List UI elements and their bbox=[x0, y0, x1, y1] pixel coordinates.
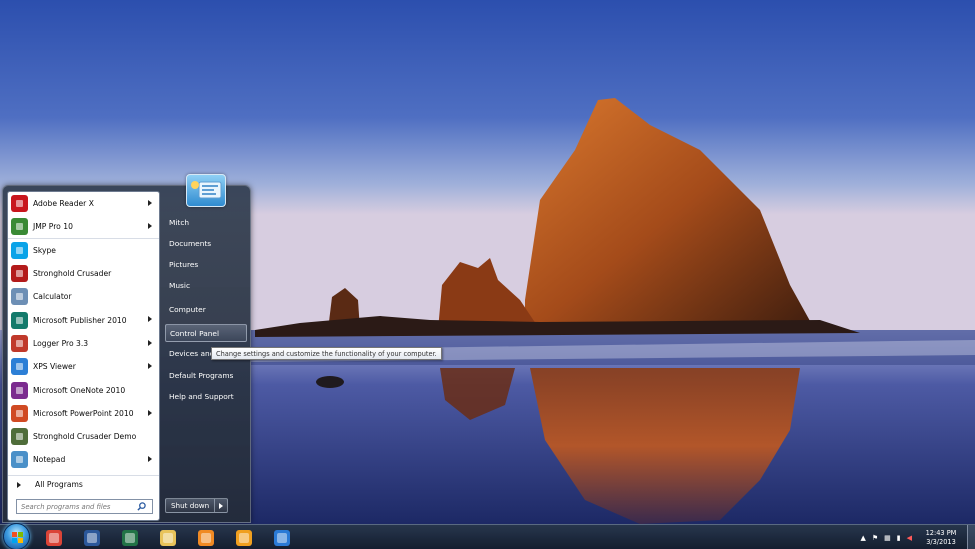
internet-explorer-icon[interactable] bbox=[266, 527, 298, 548]
link-computer[interactable]: Computer bbox=[165, 301, 247, 319]
calculator-icon bbox=[11, 288, 28, 306]
program-label: JMP Pro 10 bbox=[33, 221, 73, 231]
action-center-flag-icon[interactable]: ⚑ bbox=[872, 534, 878, 542]
program-item[interactable]: Notepad bbox=[8, 448, 159, 471]
publisher-icon bbox=[11, 311, 28, 329]
program-list: Adobe Reader X JMP Pro 10 Skype Stronghold … bbox=[8, 192, 159, 472]
adobe-reader-icon bbox=[11, 195, 28, 213]
program-item[interactable]: Logger Pro 3.3 bbox=[8, 332, 159, 355]
program-label: Microsoft Publisher 2010 bbox=[33, 315, 127, 325]
clock-time: 12:43 PM bbox=[925, 528, 957, 537]
shutdown-button[interactable]: Shut down bbox=[166, 499, 216, 512]
notification-area: ▲ ⚑ ▦ ▮ ◀ 12:43 PM 3/3/2013 bbox=[857, 525, 975, 549]
outlook-icon[interactable] bbox=[228, 527, 260, 548]
program-label: Microsoft OneNote 2010 bbox=[33, 385, 126, 395]
link-pictures[interactable]: Pictures bbox=[165, 256, 247, 274]
search-input[interactable] bbox=[17, 500, 135, 513]
submenu-arrow-icon[interactable] bbox=[148, 409, 152, 416]
jmp-icon bbox=[11, 217, 28, 235]
link-documents[interactable]: Documents bbox=[165, 235, 247, 253]
all-programs-button[interactable]: All Programs bbox=[8, 475, 159, 493]
program-list-pane: Adobe Reader X JMP Pro 10 Skype Stronghold … bbox=[7, 191, 160, 521]
submenu-arrow-icon[interactable] bbox=[148, 223, 152, 230]
xps-viewer-icon bbox=[11, 358, 28, 376]
start-button[interactable] bbox=[3, 523, 30, 549]
signal-icon[interactable]: ▮ bbox=[897, 534, 901, 542]
control-panel-tooltip: Change settings and customize the functi… bbox=[211, 347, 442, 360]
program-item[interactable]: Microsoft Publisher 2010 bbox=[8, 308, 159, 331]
program-item[interactable]: XPS Viewer bbox=[8, 355, 159, 378]
submenu-arrow-icon[interactable] bbox=[148, 339, 152, 346]
search-box[interactable] bbox=[16, 499, 153, 514]
media-player-icon[interactable] bbox=[190, 527, 222, 548]
taskbar: ▲ ⚑ ▦ ▮ ◀ 12:43 PM 3/3/2013 bbox=[0, 523, 975, 549]
program-label: Stronghold Crusader bbox=[33, 269, 112, 279]
chrome-icon[interactable] bbox=[38, 527, 70, 548]
skype-icon bbox=[11, 241, 28, 259]
word-icon[interactable] bbox=[76, 527, 108, 548]
network-icon[interactable]: ▦ bbox=[884, 534, 891, 542]
link-music[interactable]: Music bbox=[165, 277, 247, 295]
explorer-icon[interactable] bbox=[152, 527, 184, 548]
shutdown-button-group: Shut down bbox=[165, 498, 229, 513]
program-item[interactable]: Microsoft OneNote 2010 bbox=[8, 378, 159, 401]
shutdown-options-arrow-icon[interactable] bbox=[215, 499, 227, 512]
volume-icon[interactable]: ◀ bbox=[907, 534, 912, 542]
program-label: XPS Viewer bbox=[33, 362, 76, 372]
link-control-panel[interactable]: Control Panel bbox=[165, 324, 247, 342]
program-item[interactable]: Adobe Reader X bbox=[8, 192, 159, 215]
show-hidden-icons-icon[interactable]: ▲ bbox=[860, 534, 865, 542]
program-label: Logger Pro 3.3 bbox=[33, 338, 89, 348]
link-help-and-support[interactable]: Help and Support bbox=[165, 388, 247, 406]
program-label: Microsoft PowerPoint 2010 bbox=[33, 408, 134, 418]
link-user-folder[interactable]: Mitch bbox=[165, 214, 247, 232]
clock[interactable]: 12:43 PM 3/3/2013 bbox=[919, 529, 963, 547]
excel-icon[interactable] bbox=[114, 527, 146, 548]
program-label: Skype bbox=[33, 245, 56, 255]
clock-date: 3/3/2013 bbox=[926, 537, 956, 546]
program-label: Calculator bbox=[33, 292, 72, 302]
onenote-icon bbox=[11, 381, 28, 399]
program-label: Stronghold Crusader Demo bbox=[33, 432, 137, 442]
submenu-arrow-icon[interactable] bbox=[148, 363, 152, 370]
crusader-demo-icon bbox=[11, 428, 28, 446]
notepad-icon bbox=[11, 451, 28, 469]
program-item[interactable]: Microsoft PowerPoint 2010 bbox=[8, 402, 159, 425]
program-item[interactable]: Stronghold Crusader bbox=[8, 262, 159, 285]
submenu-arrow-icon[interactable] bbox=[148, 200, 152, 206]
program-label: Adobe Reader X bbox=[33, 199, 94, 209]
program-label: Notepad bbox=[33, 455, 66, 465]
program-item[interactable]: JMP Pro 10 bbox=[8, 215, 159, 239]
submenu-arrow-icon[interactable] bbox=[148, 456, 152, 463]
program-item[interactable]: Calculator bbox=[8, 285, 159, 308]
logger-pro-icon bbox=[11, 334, 28, 352]
program-item[interactable]: Skype bbox=[8, 239, 159, 262]
windows-logo-icon bbox=[12, 532, 23, 543]
link-default-programs[interactable]: Default Programs bbox=[165, 367, 247, 385]
expand-arrow-icon bbox=[17, 481, 21, 488]
shield-icon bbox=[11, 265, 28, 283]
show-desktop-button[interactable] bbox=[967, 525, 975, 549]
user-picture[interactable] bbox=[186, 174, 226, 207]
powerpoint-icon bbox=[11, 404, 28, 422]
program-item[interactable]: Stronghold Crusader Demo bbox=[8, 425, 159, 448]
submenu-arrow-icon[interactable] bbox=[148, 316, 152, 323]
all-programs-label: All Programs bbox=[35, 480, 83, 489]
search-icon[interactable] bbox=[135, 501, 147, 513]
